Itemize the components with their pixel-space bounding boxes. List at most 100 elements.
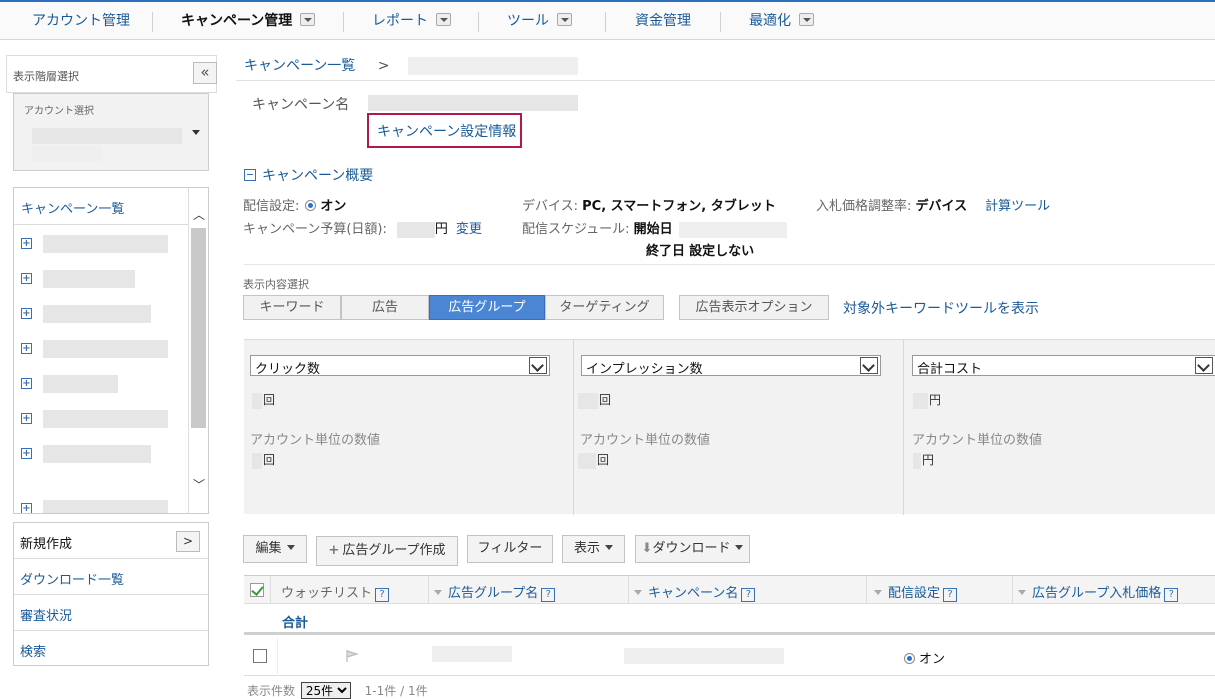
metric-col-clicks: クリック数 回 アカウント単位の数値 回 — [244, 340, 574, 515]
column-separator — [277, 638, 278, 676]
collapse-panel-button[interactable]: « — [193, 62, 217, 84]
create-ad-group-button[interactable]: + 広告グループ作成 — [316, 536, 458, 566]
col-ad-group-bid[interactable]: 広告グループ入札価格? — [1018, 582, 1179, 602]
flag-icon[interactable] — [345, 649, 359, 663]
menu-download-list[interactable]: ダウンロード一覧 — [14, 559, 208, 595]
metric-value-clicks: 回 — [252, 391, 275, 409]
col-campaign-name[interactable]: キャンペーン名? — [634, 582, 756, 602]
expand-icon[interactable]: + — [21, 448, 32, 459]
nav-funds[interactable]: 資金管理 — [635, 12, 691, 32]
sort-icon — [634, 590, 642, 595]
chevron-down-icon[interactable] — [557, 13, 572, 26]
download-button[interactable]: ⬇ダウンロード — [635, 535, 750, 563]
metric-value-impressions: 回 — [578, 391, 611, 409]
scroll-thumb[interactable] — [191, 228, 206, 428]
menu-search[interactable]: 検索 — [14, 631, 208, 667]
chevron-down-icon[interactable] — [436, 13, 451, 26]
caret-down-icon — [605, 545, 613, 550]
expand-icon[interactable]: + — [21, 238, 32, 249]
metric-value-cost: 円 — [913, 391, 941, 409]
expand-icon[interactable]: + — [21, 273, 32, 284]
help-icon[interactable]: ? — [541, 588, 556, 602]
account-id-redacted — [32, 146, 102, 162]
bid-adjustment: 入札価格調整率: デバイス 計算ツール — [816, 199, 1051, 214]
help-icon[interactable]: ? — [1164, 588, 1179, 602]
budget-change-link[interactable]: 変更 — [456, 222, 482, 237]
help-icon[interactable]: ? — [943, 588, 958, 602]
metric-select-clicks[interactable]: クリック数 — [250, 355, 550, 377]
nav-account-management[interactable]: アカウント管理 — [32, 12, 130, 32]
menu-review-status[interactable]: 審査状況 — [14, 595, 208, 631]
nav-optimize[interactable]: 最適化 — [749, 12, 814, 32]
chevron-down-icon — [192, 130, 200, 135]
account-name-redacted — [32, 128, 182, 144]
expand-icon[interactable]: + — [21, 308, 32, 319]
plus-icon: + — [328, 543, 340, 558]
chevron-down-icon[interactable] — [1195, 357, 1213, 374]
help-icon[interactable]: ? — [375, 588, 390, 602]
divider — [244, 264, 1215, 265]
total-row: 合計 — [244, 604, 1215, 635]
campaign-overview-toggle[interactable]: キャンペーン概要 — [244, 165, 373, 185]
nav-report[interactable]: レポート — [372, 12, 451, 32]
tab-keyword[interactable]: キーワード — [243, 295, 341, 320]
sort-icon — [1018, 590, 1026, 595]
expand-icon[interactable]: + — [21, 503, 32, 513]
metric-col-cost: 合計コスト 円 アカウント単位の数値 円 — [903, 340, 1215, 515]
tree-scrollbar[interactable]: ︿ ﹀ — [188, 188, 208, 513]
edit-button[interactable]: 編集 — [243, 535, 307, 563]
col-watchlist[interactable]: ウォッチリスト? — [281, 582, 390, 602]
col-ad-group-name[interactable]: 広告グループ名? — [434, 582, 556, 602]
help-icon[interactable]: ? — [741, 588, 756, 602]
account-select[interactable]: アカウント選択 — [13, 93, 209, 171]
row-delivery-status: オン — [904, 648, 945, 667]
metric-select-cost[interactable]: 合計コスト — [912, 355, 1215, 377]
chevron-right-icon[interactable]: > — [176, 531, 200, 552]
filter-button[interactable]: フィルター — [467, 535, 553, 563]
calc-tool-link[interactable]: 計算ツール — [985, 199, 1050, 214]
nav-tools[interactable]: ツール — [507, 12, 572, 32]
chevron-down-icon[interactable] — [860, 357, 878, 374]
sort-icon — [434, 590, 442, 595]
budget: キャンペーン予算(日額): 円変更 — [243, 221, 482, 238]
account-value-impressions: 回 — [578, 451, 609, 469]
select-all-checkbox[interactable] — [250, 583, 264, 597]
nav-separator — [605, 12, 606, 32]
metric-select-impressions[interactable]: インプレッション数 — [581, 355, 881, 377]
tab-ad[interactable]: 広告 — [341, 295, 429, 320]
row-checkbox[interactable] — [253, 649, 267, 663]
expand-icon[interactable]: + — [21, 413, 32, 424]
expand-icon[interactable]: + — [21, 378, 32, 389]
campaign-list-title[interactable]: キャンペーン一覧 — [21, 198, 124, 217]
chevron-down-icon[interactable] — [529, 357, 547, 374]
negative-keyword-tool-link[interactable]: 対象外キーワードツールを表示 — [843, 298, 1039, 318]
chevron-up-icon[interactable]: ︿ — [193, 206, 205, 223]
column-separator — [1012, 576, 1013, 604]
nav-campaign-management[interactable]: キャンペーン管理 — [181, 12, 316, 32]
tab-ad-extensions[interactable]: 広告表示オプション — [679, 295, 829, 320]
tab-targeting[interactable]: ターゲティング — [545, 295, 664, 320]
menu-new-create[interactable]: 新規作成 > — [14, 523, 208, 559]
campaign-settings-link[interactable]: キャンペーン設定情報 — [367, 113, 522, 148]
display-button[interactable]: 表示 — [562, 535, 625, 563]
chevron-down-icon[interactable] — [300, 13, 316, 26]
value-redacted — [578, 452, 596, 469]
budget-redacted — [396, 221, 435, 238]
page-size-select[interactable]: 25件 — [300, 682, 351, 699]
tab-ad-group[interactable]: 広告グループ — [429, 295, 545, 320]
divider — [236, 80, 1215, 81]
download-icon: ⬇ — [641, 541, 653, 556]
campaign-name-redacted[interactable] — [624, 648, 784, 664]
schedule-end: 終了日 設定しない — [646, 244, 755, 259]
ad-group-name-redacted[interactable] — [432, 646, 512, 662]
redacted-campaign — [43, 445, 151, 463]
value-redacted — [913, 392, 928, 409]
expand-icon[interactable]: + — [21, 343, 32, 354]
column-separator — [428, 576, 429, 604]
chevron-down-icon[interactable]: ﹀ — [193, 476, 205, 493]
breadcrumb-campaign-list[interactable]: キャンペーン一覧 — [244, 58, 355, 74]
chevron-down-icon[interactable] — [799, 13, 814, 26]
breadcrumb: キャンペーン一覧 > — [244, 55, 578, 75]
delivery-setting: 配信設定: オン — [243, 199, 347, 214]
col-delivery[interactable]: 配信設定? — [874, 582, 958, 602]
